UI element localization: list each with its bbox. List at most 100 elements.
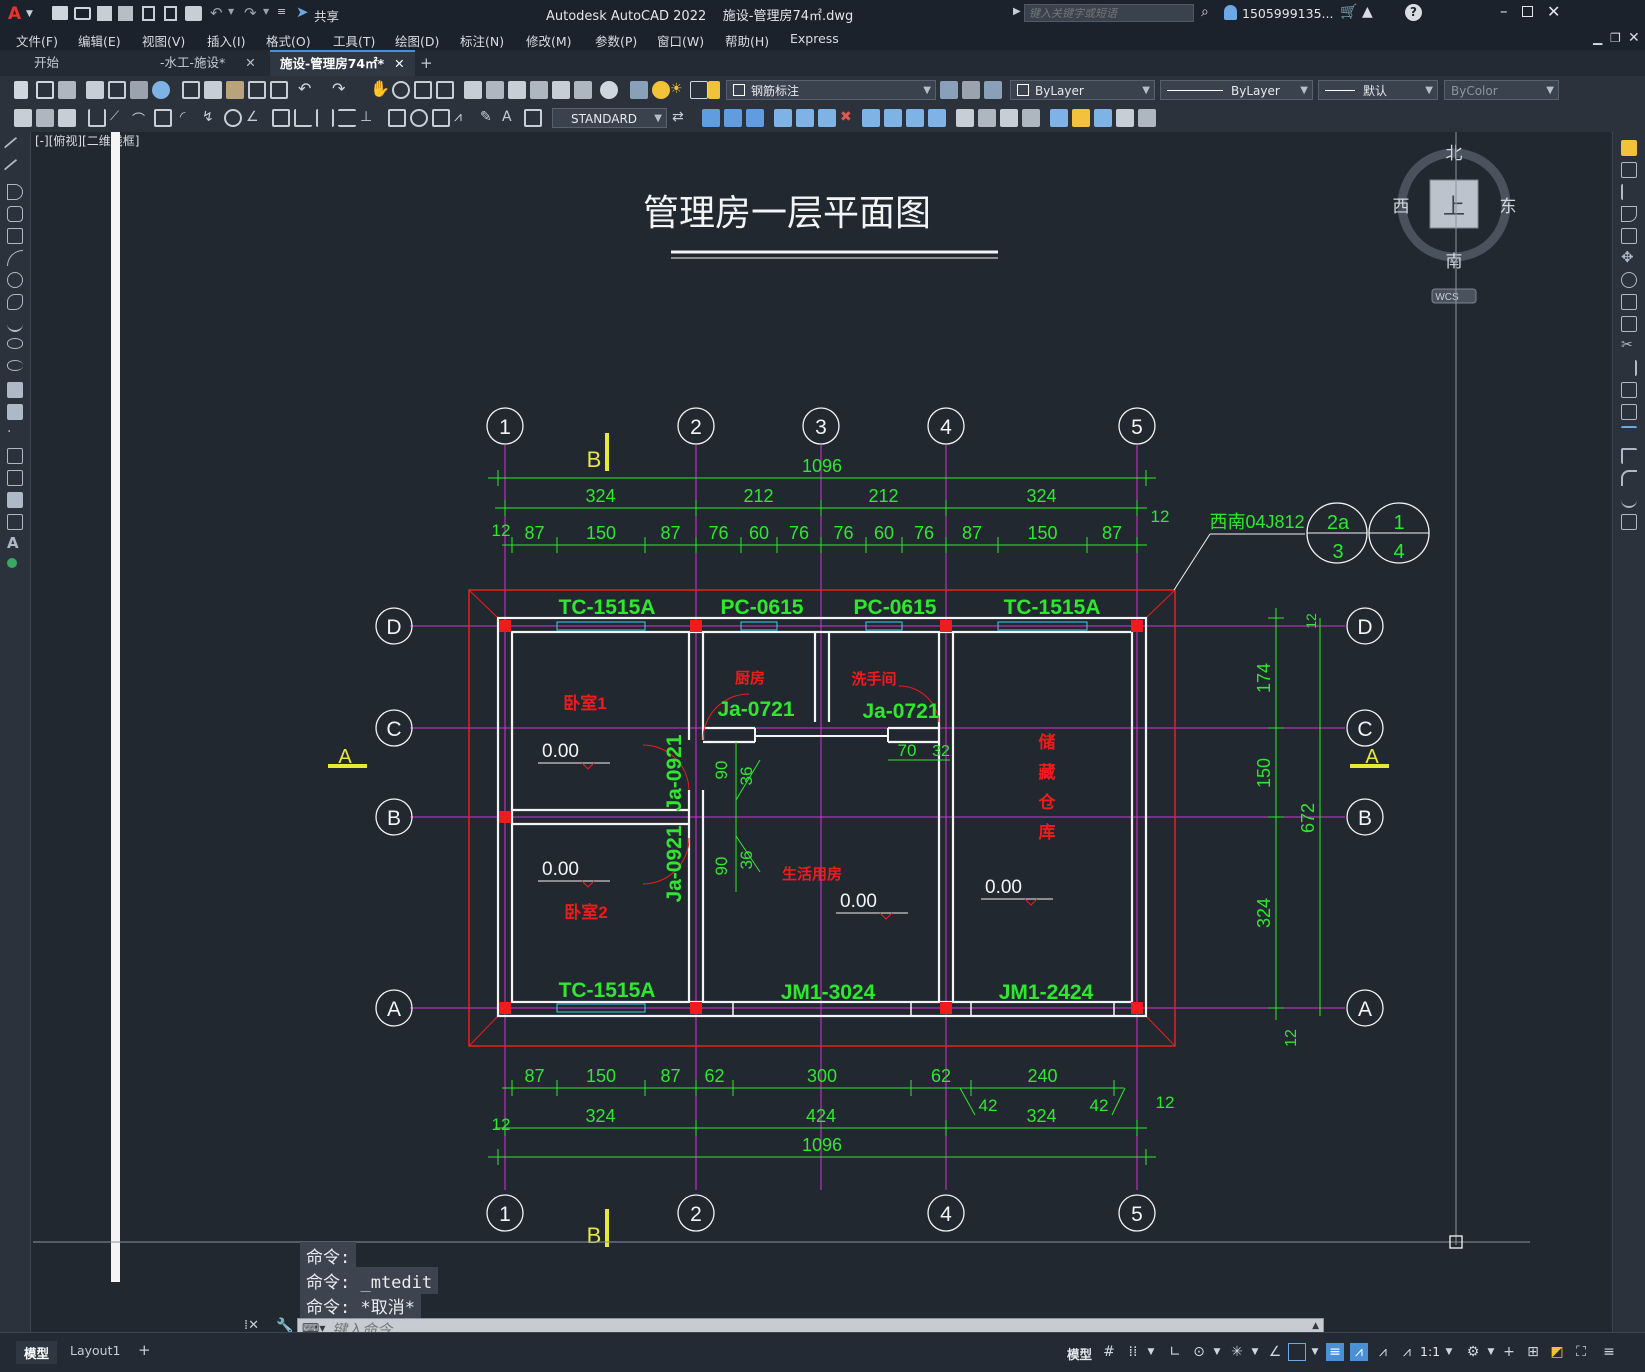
color-dropdown[interactable]: ByLayer ▼ bbox=[1010, 80, 1155, 100]
calculator-icon[interactable] bbox=[574, 81, 592, 99]
save-as-icon[interactable] bbox=[118, 6, 133, 21]
annotation-scale-value[interactable]: 1:1 bbox=[1420, 1344, 1440, 1359]
grid-icon[interactable]: # bbox=[1100, 1343, 1118, 1361]
command-close-icon[interactable]: ⁞✕ bbox=[244, 1318, 272, 1332]
layer-on-icon[interactable] bbox=[652, 81, 670, 99]
dimension-style-dropdown[interactable]: STANDARD ▼ bbox=[552, 108, 667, 128]
plot-preview-icon[interactable] bbox=[108, 81, 126, 99]
maximize-icon[interactable] bbox=[1522, 6, 1533, 17]
zoom-realtime-icon[interactable] bbox=[392, 81, 410, 99]
minimize-icon[interactable]: – bbox=[1500, 2, 1508, 20]
scale-dropdown-icon[interactable]: ▼ bbox=[1440, 1343, 1458, 1361]
share-label[interactable]: 共享 bbox=[314, 6, 339, 25]
doc-close-icon[interactable]: ✕ bbox=[1628, 30, 1640, 46]
join-icon[interactable] bbox=[884, 109, 902, 127]
units-icon[interactable]: ⊞ bbox=[1524, 1343, 1542, 1361]
open-icon[interactable] bbox=[36, 81, 54, 99]
model-space-toggle[interactable]: 模型 bbox=[1067, 1344, 1092, 1363]
menu-format[interactable]: 格式(O) bbox=[266, 31, 311, 50]
extend-icon[interactable] bbox=[1000, 109, 1018, 127]
paste-icon[interactable] bbox=[226, 81, 244, 99]
autodesk-account-icon[interactable]: ▲ bbox=[1362, 4, 1373, 20]
ortho-icon[interactable]: ∟ bbox=[1166, 1343, 1184, 1361]
open-web-icon[interactable] bbox=[142, 6, 155, 21]
arc-length-icon[interactable]: ⌒ bbox=[132, 109, 150, 128]
tool-palettes-icon[interactable] bbox=[508, 81, 526, 99]
quick-properties-icon[interactable]: ◩ bbox=[1548, 1343, 1566, 1361]
extend-icon[interactable] bbox=[1621, 360, 1637, 376]
isodraft-icon[interactable]: ✳ bbox=[1228, 1343, 1246, 1361]
undo-icon[interactable]: ↶ bbox=[298, 79, 316, 98]
qnew-icon[interactable] bbox=[14, 81, 28, 99]
plot-icon[interactable] bbox=[185, 6, 202, 21]
linetype-dropdown[interactable]: ByLayer ▼ bbox=[1160, 80, 1313, 100]
make-current-layer-icon[interactable] bbox=[940, 81, 958, 99]
explode-icon[interactable] bbox=[1621, 514, 1637, 530]
mirror-icon[interactable] bbox=[1621, 184, 1637, 200]
zoom-previous-icon[interactable] bbox=[436, 81, 454, 99]
align-icon[interactable] bbox=[1094, 109, 1112, 127]
block-editor-icon[interactable] bbox=[270, 81, 288, 99]
help-icon[interactable]: ? bbox=[1405, 4, 1422, 21]
snap-icon[interactable]: ⁞⁞ bbox=[1124, 1343, 1142, 1361]
inspection-icon[interactable] bbox=[432, 109, 450, 127]
tab-close-icon[interactable]: ✕ bbox=[245, 55, 255, 70]
polyline-icon[interactable] bbox=[7, 184, 23, 200]
fillet-icon[interactable] bbox=[1621, 470, 1637, 486]
tab-model[interactable]: 模型 bbox=[16, 1341, 58, 1364]
array-icon[interactable] bbox=[818, 109, 836, 127]
redo-icon[interactable]: ↷ bbox=[332, 79, 350, 98]
point-icon[interactable]: · bbox=[7, 425, 23, 442]
properties-icon[interactable] bbox=[464, 81, 482, 99]
lengthen-icon[interactable] bbox=[1072, 109, 1090, 127]
add-layout-icon[interactable]: + bbox=[138, 1341, 151, 1359]
scale-icon[interactable] bbox=[1022, 109, 1040, 127]
cart-icon[interactable]: 🛒 bbox=[1340, 4, 1357, 20]
annotation-visibility-icon[interactable]: ⩘ bbox=[1350, 1343, 1368, 1361]
arc-icon[interactable] bbox=[7, 250, 23, 266]
diameter-dimension-icon[interactable] bbox=[224, 109, 242, 127]
new-tab-icon[interactable]: + bbox=[420, 54, 433, 72]
rectangle-icon[interactable] bbox=[7, 228, 23, 244]
join-icon[interactable] bbox=[1621, 426, 1637, 442]
zoom-window-icon[interactable] bbox=[414, 81, 432, 99]
explode-icon[interactable] bbox=[956, 109, 974, 127]
tolerance-icon[interactable] bbox=[388, 109, 406, 127]
menu-file[interactable]: 文件(F) bbox=[16, 31, 58, 50]
multiline-text-icon[interactable]: A bbox=[7, 536, 23, 552]
ellipse-arc-icon[interactable] bbox=[7, 360, 23, 371]
share-icon[interactable]: ➤ bbox=[296, 3, 309, 21]
chamfer-icon[interactable] bbox=[1621, 448, 1637, 464]
spline-edit-icon[interactable] bbox=[1138, 109, 1156, 127]
polygon-icon[interactable] bbox=[7, 206, 23, 222]
layer-viewport-icon[interactable] bbox=[690, 81, 708, 99]
ellipse-icon[interactable] bbox=[7, 338, 23, 349]
blend-curves-icon[interactable] bbox=[1621, 492, 1637, 508]
layer-previous-icon[interactable] bbox=[962, 81, 980, 99]
autocad-logo[interactable]: A bbox=[8, 4, 21, 24]
polar-dropdown-icon[interactable]: ▼ bbox=[1208, 1343, 1226, 1361]
break-icon[interactable] bbox=[1621, 404, 1637, 420]
command-input[interactable] bbox=[330, 1320, 1314, 1332]
region-icon[interactable] bbox=[7, 492, 23, 508]
menu-modify[interactable]: 修改(M) bbox=[526, 31, 572, 50]
rotate-icon[interactable] bbox=[1621, 272, 1637, 288]
quick-select-icon[interactable] bbox=[36, 109, 54, 127]
construction-line-icon[interactable] bbox=[3, 158, 27, 182]
trim-icon[interactable]: ✂ bbox=[1621, 338, 1637, 354]
help-icon[interactable] bbox=[600, 81, 618, 99]
break-icon[interactable] bbox=[862, 109, 880, 127]
menu-dimension[interactable]: 标注(N) bbox=[460, 31, 504, 50]
tab-start[interactable]: 开始 bbox=[24, 50, 69, 76]
lineweight-dropdown[interactable]: 默认 ▼ bbox=[1318, 80, 1438, 100]
tab-water-works[interactable]: -水工-施设* ✕ bbox=[150, 50, 266, 76]
auto-scale-icon[interactable]: ⩘ bbox=[1374, 1343, 1392, 1361]
chamfer-icon[interactable] bbox=[906, 109, 924, 127]
dimension-style-icon[interactable]: ⇄ bbox=[672, 109, 690, 127]
hatch-icon[interactable] bbox=[7, 448, 23, 464]
undo-icon[interactable]: ↶ bbox=[210, 4, 223, 22]
polar-tracking-icon[interactable]: ⊙ bbox=[1190, 1343, 1208, 1361]
baseline-dimension-icon[interactable] bbox=[294, 109, 312, 127]
dimension-break-icon[interactable]: ⊥ bbox=[360, 109, 378, 127]
copy-icon[interactable] bbox=[1621, 162, 1637, 178]
